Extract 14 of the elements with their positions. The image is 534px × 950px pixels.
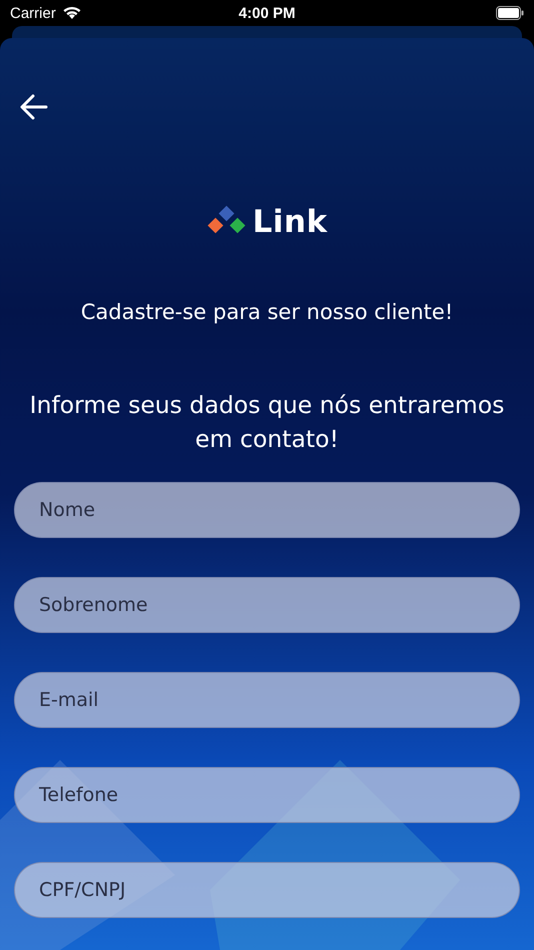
input-field[interactable]: Nome <box>14 482 520 538</box>
input-field[interactable]: E-mail <box>14 672 520 728</box>
logo-wordmark: Link <box>252 204 328 240</box>
input-field[interactable]: Telefone <box>14 767 520 823</box>
carrier-label: Carrier <box>10 4 56 22</box>
back-button[interactable] <box>18 92 50 122</box>
subtitle-text: Cadastre-se para ser nosso cliente! <box>80 300 454 324</box>
clock-time: 4:00 PM <box>238 4 296 22</box>
back-arrow-icon <box>20 94 48 120</box>
input-field[interactable]: CPF/CNPJ <box>14 862 520 918</box>
heading-text: Informe seus dados que nós entraremos em contato! <box>28 390 506 455</box>
wifi-icon <box>62 6 82 20</box>
input-field[interactable]: Sobrenome <box>14 577 520 633</box>
battery-icon <box>496 6 524 20</box>
